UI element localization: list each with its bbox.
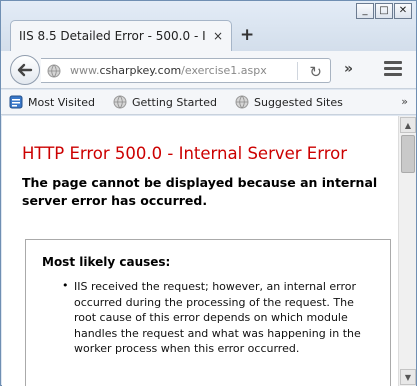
globe-icon bbox=[235, 95, 249, 109]
tab-close-icon[interactable]: × bbox=[213, 29, 223, 43]
causes-heading: Most likely causes: bbox=[42, 255, 171, 269]
maximize-button[interactable]: □ bbox=[375, 3, 393, 19]
bookmark-suggested-sites[interactable]: Suggested Sites bbox=[235, 95, 343, 109]
url-prefix: www. bbox=[70, 64, 100, 77]
causes-box: Most likely causes: • IIS received the r… bbox=[25, 239, 391, 386]
scroll-up-arrow-icon[interactable]: ▲ bbox=[400, 117, 416, 133]
navigation-toolbar: www.csharpkey.com/exercise1.aspx ↻ » bbox=[1, 51, 416, 89]
page-content: HTTP Error 500.0 - Internal Server Error… bbox=[2, 116, 398, 386]
bookmark-getting-started[interactable]: Getting Started bbox=[113, 95, 217, 109]
bookmark-label: Most Visited bbox=[28, 95, 95, 109]
new-tab-button[interactable]: + bbox=[240, 25, 254, 45]
address-bar[interactable]: www.csharpkey.com/exercise1.aspx ↻ bbox=[41, 58, 331, 83]
vertical-scrollbar[interactable]: ▲ ▼ bbox=[398, 116, 416, 386]
back-arrow-icon bbox=[17, 63, 33, 77]
bookmark-label: Suggested Sites bbox=[254, 95, 343, 109]
globe-icon bbox=[113, 95, 127, 109]
list-item: • IIS received the request; however, an … bbox=[62, 279, 374, 357]
tab-title: IIS 8.5 Detailed Error - 500.0 - Int... bbox=[19, 29, 205, 43]
most-visited-icon bbox=[9, 95, 23, 109]
bookmarks-overflow-button[interactable]: » bbox=[401, 95, 408, 108]
url-domain: csharpkey.com bbox=[99, 64, 182, 77]
bookmark-label: Getting Started bbox=[131, 95, 217, 109]
page-title: HTTP Error 500.0 - Internal Server Error bbox=[22, 144, 348, 163]
error-description: The page cannot be displayed because an … bbox=[22, 175, 378, 208]
back-button[interactable] bbox=[10, 55, 40, 85]
toolbar-overflow-button[interactable]: » bbox=[344, 61, 353, 77]
scroll-down-arrow-icon[interactable]: ▼ bbox=[400, 369, 416, 385]
url-path: /exercise1.aspx bbox=[181, 64, 267, 77]
window-controls: _ □ ✕ bbox=[356, 3, 412, 19]
bullet: • bbox=[62, 279, 69, 292]
title-bar: IIS 8.5 Detailed Error - 500.0 - Int... … bbox=[1, 1, 416, 51]
bookmark-most-visited[interactable]: Most Visited bbox=[9, 95, 95, 109]
url-text: www.csharpkey.com/exercise1.aspx bbox=[70, 64, 267, 77]
hamburger-menu-icon[interactable] bbox=[384, 61, 402, 78]
scrollbar-thumb[interactable] bbox=[401, 135, 415, 173]
browser-window: IIS 8.5 Detailed Error - 500.0 - Int... … bbox=[0, 0, 417, 386]
cause-text: IIS received the request; however, an in… bbox=[74, 280, 361, 355]
bookmarks-toolbar: Most Visited Getting Started Suggested S… bbox=[1, 90, 416, 115]
globe-icon bbox=[47, 64, 61, 77]
minimize-button[interactable]: _ bbox=[356, 3, 374, 19]
tab-active[interactable]: IIS 8.5 Detailed Error - 500.0 - Int... … bbox=[10, 20, 232, 51]
close-button[interactable]: ✕ bbox=[394, 3, 412, 19]
reload-icon[interactable]: ↻ bbox=[309, 63, 322, 81]
urlbar-divider bbox=[297, 62, 298, 80]
